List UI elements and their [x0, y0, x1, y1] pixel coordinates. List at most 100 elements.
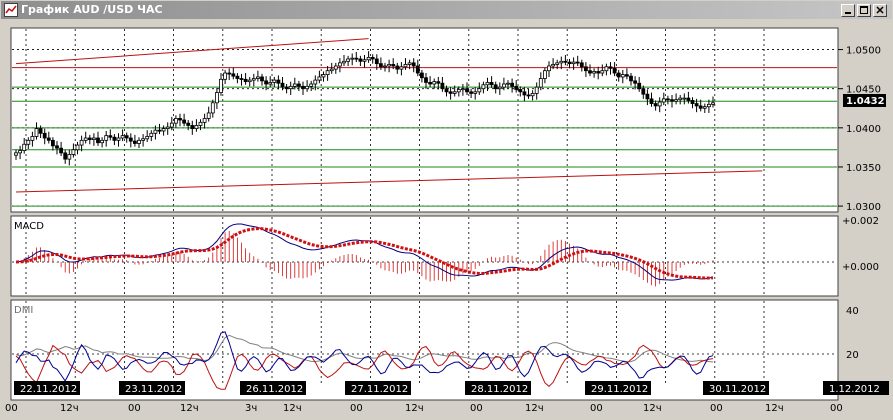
candle-body	[690, 100, 695, 104]
minimize-icon	[845, 12, 851, 14]
candle-body	[407, 62, 412, 65]
candle-body	[55, 145, 59, 149]
candle-body	[280, 82, 285, 88]
dmi-tick-40: 40	[846, 306, 859, 317]
price-tick-label: 1.0400	[846, 124, 881, 135]
candle-body	[301, 85, 305, 90]
candle-body	[42, 132, 47, 139]
candle-body	[489, 82, 494, 86]
candle-body	[666, 98, 670, 101]
candle-body	[477, 88, 482, 93]
candle-body	[260, 76, 264, 82]
candle-body	[165, 126, 170, 130]
window-title: График AUD /USD ЧАС	[21, 3, 163, 16]
candle-body	[411, 62, 416, 67]
candle-body	[625, 74, 629, 77]
candle-body	[169, 122, 174, 128]
candle-body	[30, 136, 35, 141]
candle-body	[707, 103, 711, 108]
candle-body	[543, 70, 547, 79]
candle-body	[329, 68, 334, 72]
candle-body	[465, 88, 469, 93]
candle-body	[337, 62, 342, 67]
candle-body	[485, 82, 490, 86]
dmi-label: DMI	[14, 305, 33, 316]
candle-body	[173, 118, 178, 124]
candle-body	[112, 136, 117, 141]
candle-body	[268, 82, 273, 85]
minimize-button[interactable]	[841, 4, 855, 17]
candle-body	[178, 118, 182, 121]
candle-body	[399, 66, 404, 70]
candle-body	[26, 139, 31, 145]
candle-body	[452, 91, 457, 94]
time-label: 00	[470, 403, 483, 414]
time-label: 00	[710, 403, 723, 414]
time-label: 00	[830, 403, 843, 414]
candle-body	[104, 135, 109, 141]
candle-body	[124, 135, 129, 139]
candle-body	[235, 75, 240, 79]
candle-body	[473, 91, 478, 94]
price-tick-label: 1.0300	[846, 202, 881, 213]
time-label: 12ч	[765, 403, 784, 414]
maximize-button[interactable]	[857, 4, 871, 17]
time-label: 00	[5, 403, 18, 414]
price-axis: 1.05001.04501.04001.03501.0300	[838, 46, 881, 213]
candle-body	[444, 88, 449, 93]
candle-body	[223, 72, 228, 80]
time-label: 12ч	[405, 403, 424, 414]
date-label: 26.11.2012	[246, 384, 303, 395]
candle-body	[18, 150, 23, 154]
candle-body	[366, 56, 371, 61]
candle-body	[563, 60, 568, 63]
candle-body	[641, 88, 646, 95]
candle-body	[219, 78, 223, 94]
candle-body	[292, 83, 297, 87]
time-label: 00	[590, 403, 603, 414]
candle-body	[87, 137, 92, 140]
candle-body	[649, 98, 654, 104]
candle-body	[432, 81, 437, 85]
date-label: 28.11.2012	[471, 384, 528, 395]
candle-body	[186, 122, 191, 126]
macd-tick-high: +0.002	[842, 216, 879, 227]
candle-body	[276, 79, 281, 84]
candle-body	[247, 79, 252, 83]
title-bar[interactable]: График AUD /USD ЧАС	[1, 1, 892, 19]
macd-label: MACD	[14, 221, 44, 232]
candle-body	[194, 125, 199, 130]
candle-body	[67, 154, 72, 160]
candle-body	[284, 86, 289, 90]
candle-body	[128, 137, 133, 142]
chart-area[interactable]: 1.05001.04501.04001.03501.0300 1.0432 MA…	[0, 20, 893, 420]
price-tick-label: 1.0350	[846, 163, 881, 174]
candle-body	[51, 139, 55, 147]
candle-body	[120, 135, 125, 139]
candle-body	[231, 73, 236, 77]
candle-body	[272, 79, 277, 83]
candle-body	[264, 80, 269, 85]
candle-body	[403, 64, 408, 68]
candle-body	[501, 83, 506, 88]
candle-body	[518, 89, 523, 93]
close-button[interactable]	[873, 4, 887, 17]
candle-body	[59, 147, 63, 154]
candle-body	[333, 65, 338, 70]
date-label: 22.11.2012	[20, 384, 77, 395]
candle-body	[571, 61, 576, 65]
candle-body	[596, 71, 601, 74]
candle-body	[161, 128, 166, 132]
candle-body	[678, 97, 683, 101]
candle-body	[79, 139, 84, 146]
candle-body	[702, 106, 707, 109]
macd-panel[interactable]	[10, 215, 839, 297]
candle-body	[206, 112, 211, 119]
candle-body	[493, 84, 498, 90]
candle-body	[694, 103, 699, 107]
time-label: 12ч	[525, 403, 544, 414]
candle-body	[620, 74, 625, 78]
candle-body	[202, 118, 207, 123]
candle-body	[698, 105, 703, 109]
candle-body	[415, 65, 420, 74]
